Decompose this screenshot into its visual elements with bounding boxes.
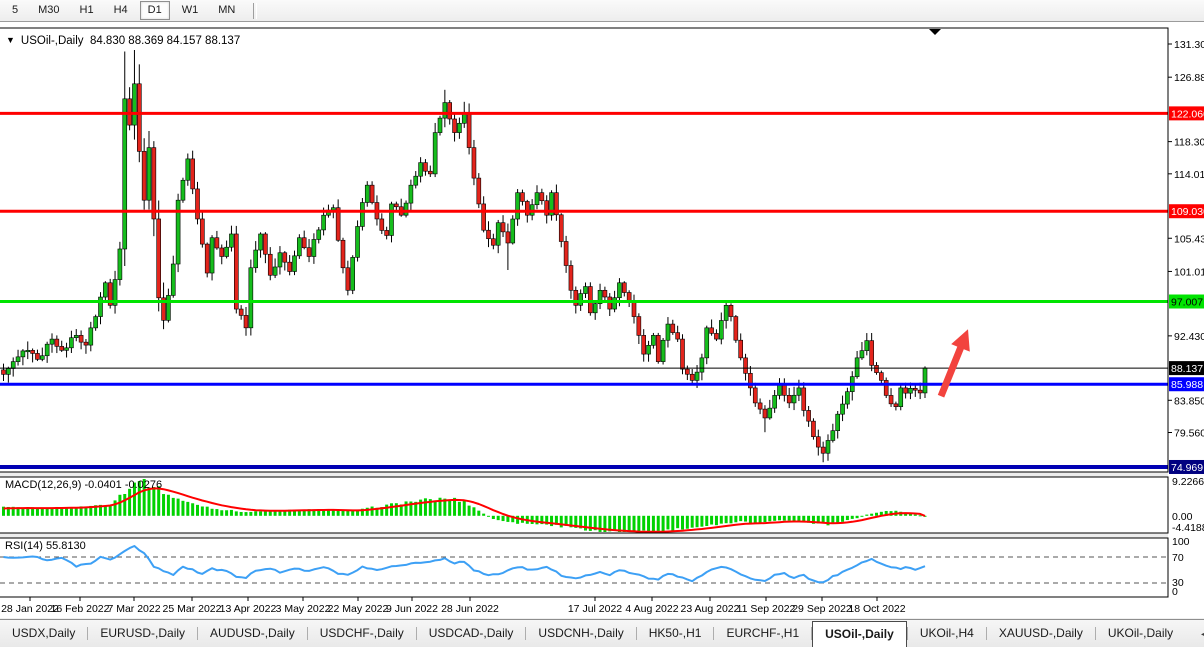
svg-text:13 Apr 2022: 13 Apr 2022 [220, 603, 277, 615]
svg-text:17 Jul 2022: 17 Jul 2022 [568, 603, 622, 615]
svg-text:4 Aug 2022: 4 Aug 2022 [625, 603, 678, 615]
chart-title-row: ▼ USOil-,Daily 84.830 88.369 84.157 88.13… [6, 35, 240, 47]
tab-hk50-h1[interactable]: HK50-,H1 [637, 620, 714, 647]
svg-text:105.430: 105.430 [1174, 233, 1204, 245]
mt4-chart-window: 5M30 H1H4D1W1MN 131.300 126.880 118.300 114.… [0, 0, 1204, 647]
tab-ukoil-daily[interactable]: UKOil-,Daily [1096, 620, 1185, 647]
svg-text:122.060: 122.060 [1171, 108, 1204, 120]
timeframe-w1[interactable]: W1 [174, 1, 207, 20]
tab-xauusd-daily[interactable]: XAUUSD-,Daily [987, 620, 1095, 647]
svg-text:22 May 2022: 22 May 2022 [328, 603, 389, 615]
tab-eurusd-daily[interactable]: EURUSD-,Daily [88, 620, 197, 647]
svg-text:0: 0 [1172, 586, 1178, 598]
svg-text:9 Jun 2022: 9 Jun 2022 [386, 603, 438, 615]
tab-ukoil-h4[interactable]: UKOil-,H4 [908, 620, 986, 647]
svg-text:7 Mar 2022: 7 Mar 2022 [107, 603, 160, 615]
macd-values: -0.0401 -0.0276 [84, 479, 162, 491]
svg-text:83.850: 83.850 [1174, 395, 1204, 407]
timeframe-mn[interactable]: MN [210, 1, 243, 20]
toolbar-separator [253, 3, 257, 19]
svg-text:79.560: 79.560 [1174, 428, 1204, 440]
tab-usdcnh-daily[interactable]: USDCNH-,Daily [526, 620, 635, 647]
tab-usdx-daily[interactable]: USDX,Daily [0, 620, 87, 647]
timeframe-h1[interactable]: H1 [72, 1, 102, 20]
svg-text:101.010: 101.010 [1174, 266, 1204, 278]
tab-audusd-daily[interactable]: AUDUSD-,Daily [198, 620, 307, 647]
symbol-tabs: USDX,DailyEURUSD-,DailyAUDUSD-,DailyUSDC… [0, 620, 1185, 647]
svg-text:9.2266: 9.2266 [1172, 476, 1204, 488]
svg-text:85.988: 85.988 [1171, 379, 1203, 391]
svg-text:118.300: 118.300 [1174, 137, 1204, 149]
macd-indicator-label: MACD(12,26,9) -0.0401 -0.0276 [5, 479, 162, 491]
svg-text:25 Mar 2022: 25 Mar 2022 [163, 603, 222, 615]
svg-text:97.007: 97.007 [1171, 296, 1203, 308]
svg-text:88.137: 88.137 [1171, 363, 1203, 375]
svg-text:23 Aug 2022: 23 Aug 2022 [681, 603, 740, 615]
tab-scroll-left-icon[interactable]: ◄ [1199, 629, 1204, 639]
svg-text:109.030: 109.030 [1171, 206, 1204, 218]
svg-text:11 Sep 2022: 11 Sep 2022 [737, 603, 796, 615]
timeframe-toolbar: 5M30 H1H4D1W1MN [0, 0, 1204, 22]
svg-text:131.300: 131.300 [1174, 39, 1204, 51]
macd-name: MACD(12,26,9) [5, 479, 81, 491]
symbol-tab-bar: USDX,DailyEURUSD-,DailyAUDUSD-,DailyUSDC… [0, 619, 1204, 647]
timeframe-d1[interactable]: D1 [140, 1, 170, 20]
chart-dropdown-icon[interactable]: ▼ [6, 35, 15, 45]
svg-text:29 Sep 2022: 29 Sep 2022 [792, 603, 852, 615]
timeframe-m30[interactable]: M30 [30, 1, 67, 20]
tab-eurchf-h1[interactable]: EURCHF-,H1 [714, 620, 811, 647]
svg-text:0.00: 0.00 [1172, 511, 1193, 523]
svg-text:16 Feb 2022: 16 Feb 2022 [51, 603, 110, 615]
svg-text:18 Oct 2022: 18 Oct 2022 [848, 603, 905, 615]
svg-text:114.010: 114.010 [1174, 169, 1204, 181]
chart-ohlc-values: 84.830 88.369 84.157 88.137 [90, 35, 240, 47]
svg-text:74.969: 74.969 [1171, 462, 1203, 474]
tab-usdcad-daily[interactable]: USDCAD-,Daily [417, 620, 526, 647]
svg-text:70: 70 [1172, 552, 1184, 564]
tab-scroll-arrows: ◄ ► [1199, 620, 1204, 647]
svg-text:-4.4188: -4.4188 [1172, 522, 1204, 534]
rsi-value: 55.8130 [46, 540, 86, 552]
chart-symbol-label: USOil-,Daily [21, 35, 84, 47]
rsi-indicator-label: RSI(14) 55.8130 [5, 540, 86, 552]
svg-text:3 May 2022: 3 May 2022 [276, 603, 331, 615]
svg-text:28 Jun 2022: 28 Jun 2022 [441, 603, 499, 615]
timeframe-h4[interactable]: H4 [106, 1, 136, 20]
svg-text:100: 100 [1172, 536, 1190, 548]
chart-canvas: 131.300 126.880 118.300 114.010 105.430 101.0… [0, 0, 1204, 647]
timeframe-5[interactable]: 5 [4, 1, 26, 20]
tab-usoil-daily[interactable]: USOil-,Daily [812, 621, 907, 647]
tab-usdchf-daily[interactable]: USDCHF-,Daily [308, 620, 416, 647]
svg-text:92.430: 92.430 [1174, 331, 1204, 343]
svg-text:126.880: 126.880 [1174, 72, 1204, 84]
rsi-name: RSI(14) [5, 540, 43, 552]
